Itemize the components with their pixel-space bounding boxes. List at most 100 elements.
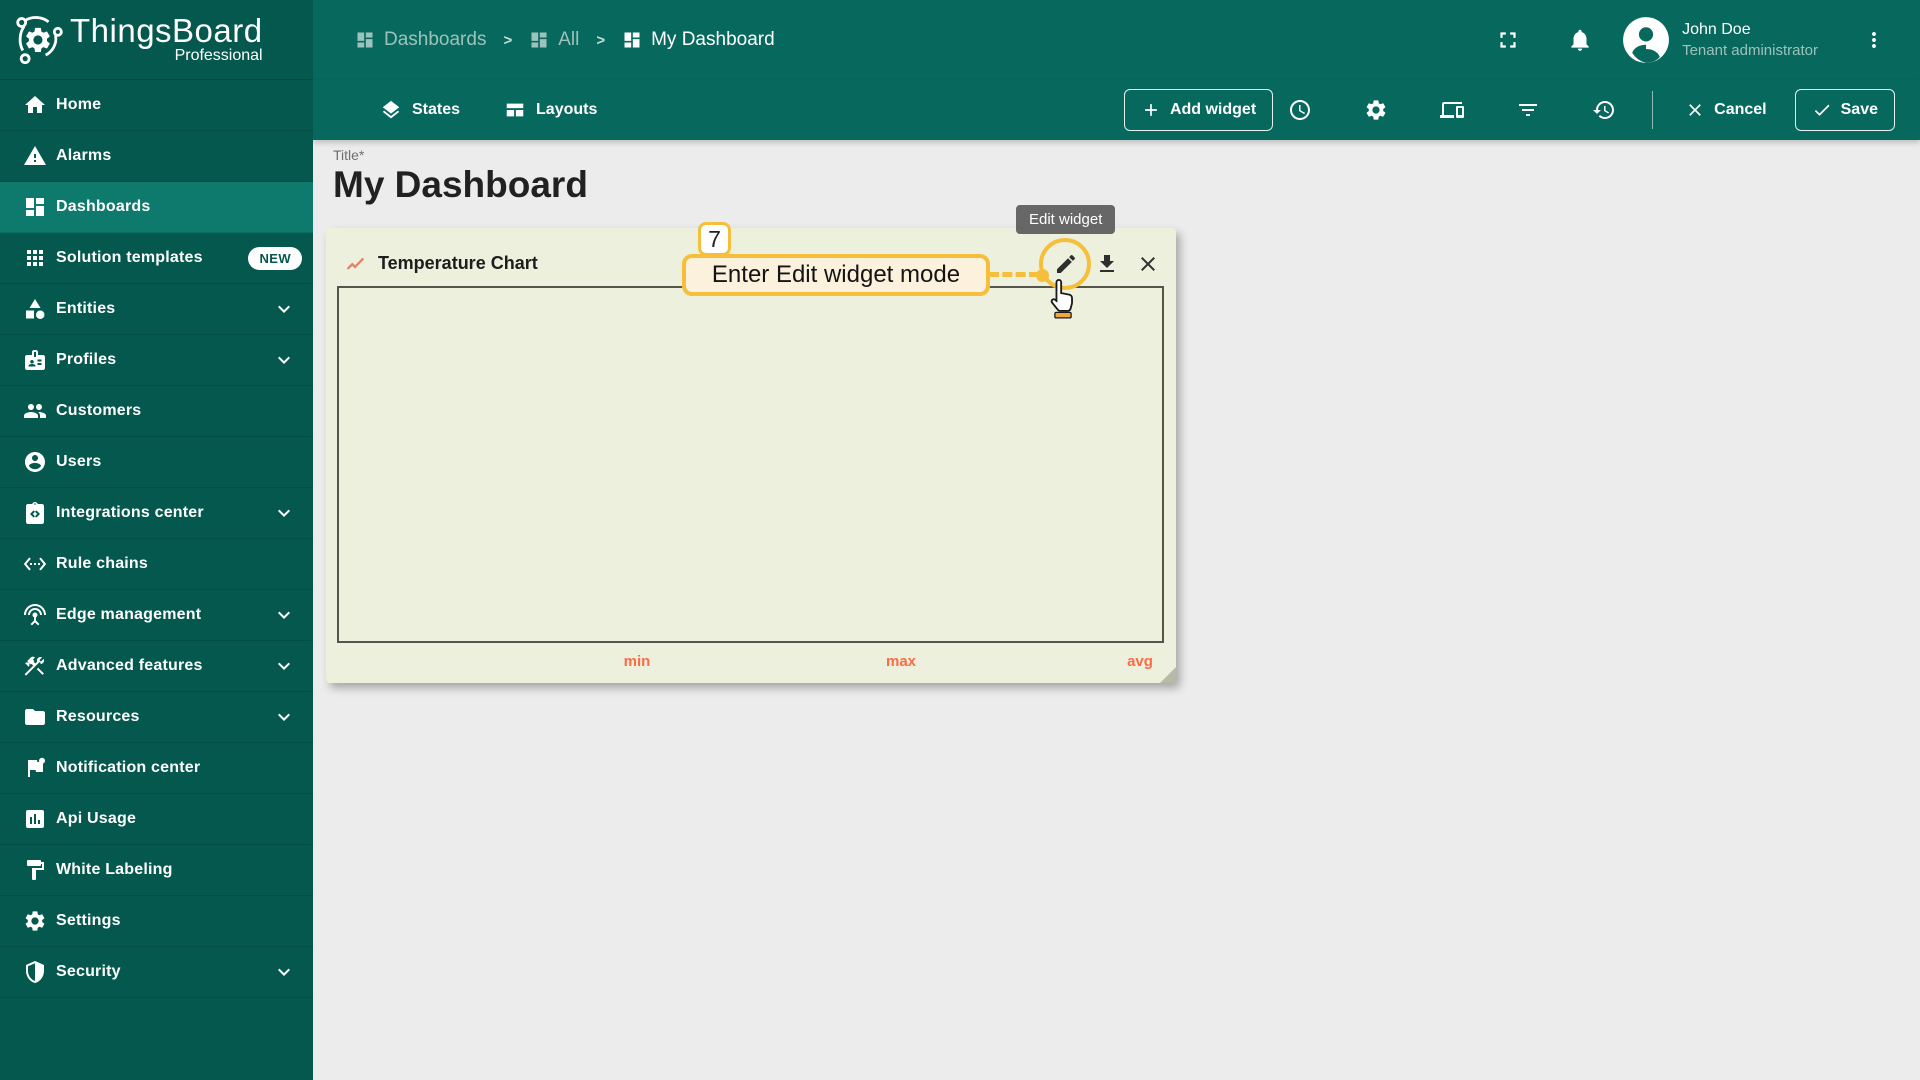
user-name: John Doe xyxy=(1682,20,1751,38)
new-badge: NEW xyxy=(248,246,302,270)
sidebar-item-label: Resources xyxy=(56,708,140,725)
breadcrumb-item-dashboards[interactable]: Dashboards xyxy=(355,29,486,51)
more-vert-icon xyxy=(1862,28,1886,52)
cancel-button[interactable]: Cancel xyxy=(1677,100,1774,120)
sidebar-item-label: Edge management xyxy=(56,606,202,623)
sidebar-item-label: Users xyxy=(56,453,102,470)
remove-widget-button[interactable] xyxy=(1136,252,1160,276)
breadcrumb-item-my-dashboard[interactable]: My Dashboard xyxy=(622,29,775,51)
sidebar-item-label: Advanced features xyxy=(56,657,203,674)
topbar-right: John Doe Tenant administrator xyxy=(1495,15,1920,65)
dashboard-title-input[interactable]: My Dashboard xyxy=(333,164,588,206)
folder-icon xyxy=(23,705,47,729)
add-widget-button[interactable]: Add widget xyxy=(1123,89,1274,131)
sidebar-item-users[interactable]: Users xyxy=(0,437,313,488)
apps-icon xyxy=(23,246,47,270)
bell-icon xyxy=(1567,27,1593,53)
user-info[interactable]: John Doe Tenant administrator xyxy=(1682,20,1818,60)
annotation-callout: Enter Edit widget mode xyxy=(682,254,990,296)
legend-min: min xyxy=(623,653,651,670)
sidebar-item-label: Profiles xyxy=(56,351,117,368)
chevron-down-icon xyxy=(272,348,296,372)
toolbar-right: Add widget Cancel Save xyxy=(1123,89,1920,131)
flag-dot-icon xyxy=(23,756,47,780)
sidebar-item-home[interactable]: Home xyxy=(0,80,313,131)
entity-filter-button[interactable] xyxy=(1516,98,1540,122)
dashboard-toolbar: States Layouts Add widget Cancel Save xyxy=(313,80,1920,140)
sidebar-item-settings[interactable]: Settings xyxy=(0,896,313,947)
sidebar-item-dashboards[interactable]: Dashboards xyxy=(0,182,313,233)
fullscreen-icon xyxy=(1495,27,1521,53)
sidebar-item-edge-management[interactable]: Edge management xyxy=(0,590,313,641)
edge-icon xyxy=(23,603,47,627)
sidebar-item-rule-chains[interactable]: Rule chains xyxy=(0,539,313,590)
sidebar-item-alarms[interactable]: Alarms xyxy=(0,131,313,182)
layouts-tab[interactable]: Layouts xyxy=(504,99,597,121)
chevron-down-icon xyxy=(272,501,296,525)
customers-icon xyxy=(23,399,47,423)
sidebar-item-entities[interactable]: Entities xyxy=(0,284,313,335)
profiles-icon xyxy=(23,348,47,372)
dashboard-title-label: Title* xyxy=(333,147,365,163)
sidebar-item-integrations-center[interactable]: Integrations center xyxy=(0,488,313,539)
breadcrumb-label: Dashboards xyxy=(384,29,487,50)
sidebar-item-label: Integrations center xyxy=(56,504,204,521)
warning-icon xyxy=(23,144,47,168)
thingsboard-app: ThingsBoard Professional Home Alarms Dashb… xyxy=(0,0,1920,1080)
shield-icon xyxy=(23,960,47,984)
layouts-icon xyxy=(504,99,526,121)
check-icon xyxy=(1812,100,1832,120)
states-tab[interactable]: States xyxy=(380,99,460,121)
chevron-down-icon xyxy=(272,654,296,678)
sidebar-item-security[interactable]: Security xyxy=(0,947,313,998)
sidebar-item-label: Home xyxy=(56,96,102,113)
chart-plot-area xyxy=(337,286,1164,643)
breadcrumb-label: All xyxy=(558,29,580,50)
avatar[interactable] xyxy=(1621,15,1671,65)
sidebar-item-advanced-features[interactable]: Advanced features xyxy=(0,641,313,692)
breadcrumb-item-all[interactable]: All xyxy=(529,29,579,51)
layers-icon xyxy=(380,99,402,121)
dashboards-icon xyxy=(529,30,549,50)
paint-icon xyxy=(23,858,47,882)
legend-max: max xyxy=(885,653,917,670)
toolbar-icon-buttons xyxy=(1273,98,1642,122)
version-history-button[interactable] xyxy=(1592,98,1616,122)
save-button[interactable]: Save xyxy=(1794,89,1895,131)
plus-icon xyxy=(1141,100,1161,120)
chevron-down-icon xyxy=(272,705,296,729)
export-widget-button[interactable] xyxy=(1095,252,1119,276)
more-menu-button[interactable] xyxy=(1862,28,1886,52)
chevron-down-icon xyxy=(272,603,296,627)
states-label: States xyxy=(412,101,461,118)
breadcrumb-separator: > xyxy=(503,31,513,49)
app-name: ThingsBoard xyxy=(70,12,263,50)
sidebar-item-solution-templates[interactable]: Solution templates NEW xyxy=(0,233,313,284)
dashboards-icon xyxy=(355,30,375,50)
close-icon xyxy=(1685,100,1705,120)
resize-grip[interactable] xyxy=(1160,667,1176,683)
widget-title: Temperature Chart xyxy=(378,253,538,273)
manage-layouts-button[interactable] xyxy=(1440,98,1465,122)
toolbar-divider xyxy=(1652,91,1654,129)
sidebar-item-label: Solution templates xyxy=(56,249,203,266)
sidebar-item-resources[interactable]: Resources xyxy=(0,692,313,743)
home-icon xyxy=(23,93,47,117)
sidebar-item-label: Entities xyxy=(56,300,116,317)
close-icon xyxy=(1136,252,1160,276)
breadcrumb: Dashboards > All > My Dashboard xyxy=(355,29,775,51)
sidebar-item-white-labeling[interactable]: White Labeling xyxy=(0,845,313,896)
dashboards-icon xyxy=(23,195,47,219)
sidebar-item-label: White Labeling xyxy=(56,861,173,878)
time-window-button[interactable] xyxy=(1288,98,1312,122)
logo[interactable]: ThingsBoard Professional xyxy=(0,0,313,80)
sidebar-item-notification-center[interactable]: Notification center xyxy=(0,743,313,794)
add-widget-label: Add widget xyxy=(1169,101,1257,118)
sidebar-item-api-usage[interactable]: Api Usage xyxy=(0,794,313,845)
sidebar-item-customers[interactable]: Customers xyxy=(0,386,313,437)
fullscreen-button[interactable] xyxy=(1495,27,1521,53)
dashboard-settings-button[interactable] xyxy=(1364,98,1388,122)
notifications-button[interactable] xyxy=(1567,27,1593,53)
sidebar-item-profiles[interactable]: Profiles xyxy=(0,335,313,386)
thingsboard-logo-icon xyxy=(10,12,66,68)
